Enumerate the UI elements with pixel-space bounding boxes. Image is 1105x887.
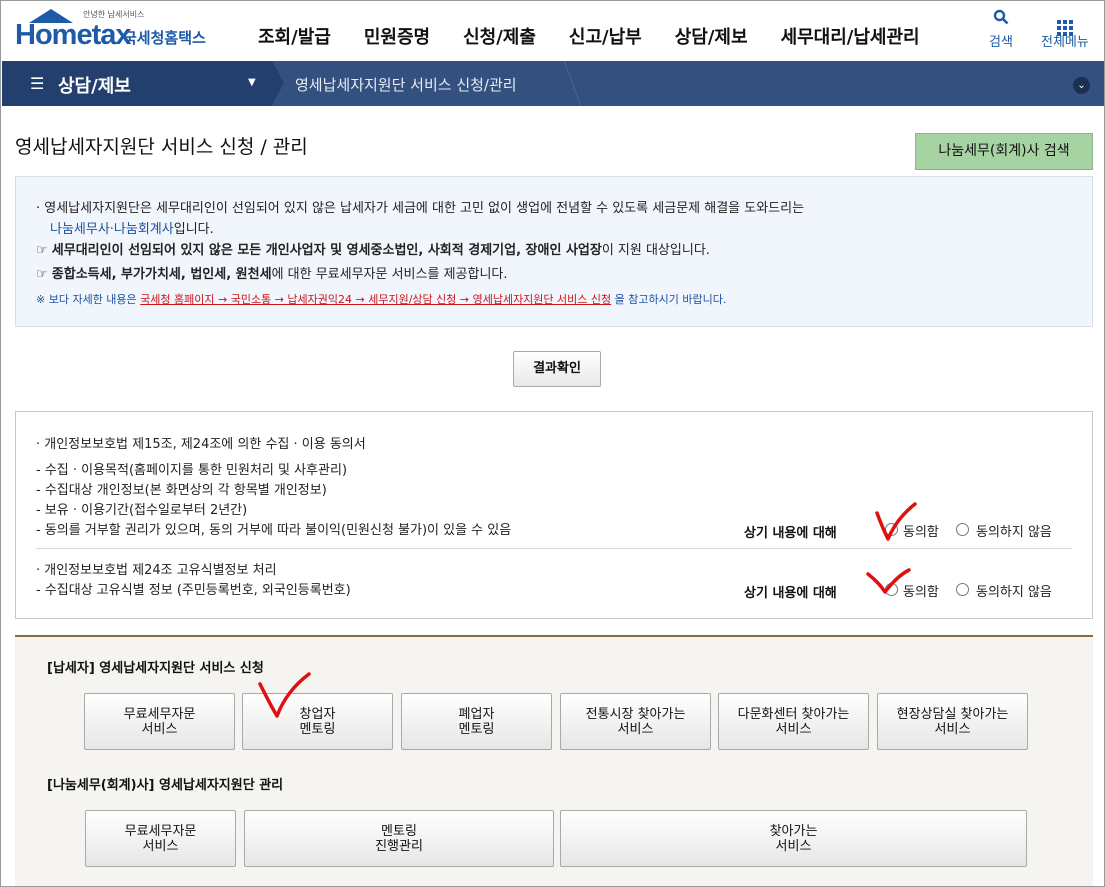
info-line-1: · 영세납세자지원단은 세무대리인이 선임되어 있지 않은 납세자가 세금에 대… bbox=[36, 201, 805, 216]
taxpayer-heading: [납세자] 영세납세자지원단 서비스 신청 bbox=[47, 661, 264, 676]
info-line-3-text: 에 대한 무료세무자문 서비스를 제공합니다. bbox=[271, 267, 508, 282]
consent-1-prompt: 상기 내용에 대해 bbox=[744, 526, 837, 541]
consent-1-agree-radio[interactable] bbox=[885, 523, 898, 536]
consent-1-disagree-label[interactable]: 동의하지 않음 bbox=[976, 521, 1052, 540]
info-line-3-bold: 종합소득세, 부가가치세, 법인세, 원천세 bbox=[51, 267, 272, 282]
consent-2-title-text: 개인정보보호법 제24조 고유식별정보 처리 bbox=[44, 563, 277, 578]
page-frame: 안녕한 납세서비스 Hometax 국세청홈택스 조회/발급 민원증명 신청/제… bbox=[0, 0, 1105, 887]
info-note-link[interactable]: 국세청 홈페이지 → 국민소통 → 납세자권익24 → 세무지원/상담 신청 →… bbox=[140, 293, 611, 306]
all-menu-label: 전체메뉴 bbox=[1041, 35, 1089, 50]
consent-1-disagree-radio[interactable] bbox=[956, 523, 969, 536]
search-icon bbox=[989, 9, 1013, 31]
services-section: [납세자] 영세납세자지원단 서비스 신청 무료세무자문 서비스 창업자 멘토링… bbox=[15, 635, 1093, 886]
button-label: 현장상담실 찾아가는 서비스 bbox=[896, 706, 1009, 737]
onsite-consult-visit-button[interactable]: 현장상담실 찾아가는 서비스 bbox=[877, 693, 1028, 750]
nav-item-consult[interactable]: 상담/제보 bbox=[675, 23, 748, 49]
button-label: 무료세무자문 서비스 bbox=[123, 706, 196, 737]
search-label: 검색 bbox=[989, 35, 1013, 50]
search-button[interactable]: 검색 bbox=[989, 9, 1013, 50]
grid-menu-icon bbox=[1041, 9, 1089, 36]
info-line-1b-text: 입니다. bbox=[173, 222, 214, 237]
breadcrumb-divider bbox=[563, 61, 582, 106]
result-check-button[interactable]: 결과확인 bbox=[513, 351, 601, 387]
button-label: 창업자 멘토링 bbox=[299, 706, 336, 737]
consent-2-prompt: 상기 내용에 대해 bbox=[744, 586, 837, 601]
section-label: 상담/제보 bbox=[58, 76, 131, 97]
manage-visit-service-button[interactable]: 찾아가는 서비스 bbox=[560, 810, 1027, 867]
button-label: 멘토링 진행관리 bbox=[375, 823, 423, 854]
traditional-market-visit-button[interactable]: 전통시장 찾아가는 서비스 bbox=[560, 693, 711, 750]
closure-mentoring-button[interactable]: 폐업자 멘토링 bbox=[401, 693, 552, 750]
button-label: 찾아가는 서비스 bbox=[769, 823, 818, 854]
info-box: · 영세납세자지원단은 세무대리인이 선임되어 있지 않은 납세자가 세금에 대… bbox=[15, 176, 1093, 327]
button-label: 무료세무자문 서비스 bbox=[124, 823, 197, 854]
consent-2-item: - 수집대상 고유식별 정보 (주민등록번호, 외국인등록번호) bbox=[36, 583, 351, 598]
info-note-prefix: ※ 보다 자세한 내용은 bbox=[36, 293, 137, 306]
button-label: 폐업자 멘토링 bbox=[458, 706, 495, 737]
nav-item-report-pay[interactable]: 신고/납부 bbox=[569, 23, 642, 49]
consent-1-agree-label[interactable]: 동의함 bbox=[903, 521, 939, 540]
pointing-hand-icon: ☞ bbox=[36, 243, 52, 258]
button-label: 다문화센터 찾아가는 서비스 bbox=[737, 706, 850, 737]
top-header: 안녕한 납세서비스 Hometax 국세청홈택스 조회/발급 민원증명 신청/제… bbox=[1, 1, 1104, 61]
breadcrumb-arrow bbox=[272, 61, 284, 105]
page-title: 영세납세자지원단 서비스 신청 / 관리 bbox=[15, 136, 308, 158]
consent-2-disagree-radio[interactable] bbox=[956, 583, 969, 596]
info-line-1b: 나눔세무사·나눔회계사입니다. bbox=[50, 218, 214, 237]
consent-1-item: - 수집대상 개인정보(본 화면상의 각 항목별 개인정보) bbox=[36, 483, 327, 498]
consent-1-title-text: 개인정보보호법 제15조, 제24조에 의한 수집 · 이용 동의서 bbox=[44, 437, 366, 452]
info-line-1-text: 영세납세자지원단은 세무대리인이 선임되어 있지 않은 납세자가 세금에 대한 … bbox=[44, 201, 805, 216]
global-nav: 조회/발급 민원증명 신청/제출 신고/납부 상담/제보 세무대리/납세관리 bbox=[258, 23, 953, 49]
info-line-2-text: 이 지원 대상입니다. bbox=[601, 243, 710, 258]
consent-1-item: - 수집 · 이용목적(홈페이지를 통한 민원처리 및 사후관리) bbox=[36, 463, 348, 478]
consent-2-disagree-label[interactable]: 동의하지 않음 bbox=[976, 581, 1052, 600]
logo-text: Hometax bbox=[15, 19, 131, 51]
caret-down-icon: ▼ bbox=[248, 77, 256, 88]
location-bar: ☰ 상담/제보 ▼ 영세납세자지원단 서비스 신청/관리 ⌄ bbox=[2, 61, 1104, 106]
logo-subtitle: 국세청홈택스 bbox=[123, 29, 206, 47]
info-line-2: ☞ 세무대리인이 선임되어 있지 않은 모든 개인사업자 및 영세중소법인, 사… bbox=[36, 239, 710, 258]
nav-item-apply[interactable]: 신청/제출 bbox=[463, 23, 536, 49]
nav-item-tax-agent[interactable]: 세무대리/납세관리 bbox=[781, 23, 920, 49]
info-note-suffix: 을 참고하시기 바랍니다. bbox=[614, 293, 727, 306]
button-label: 전통시장 찾아가는 서비스 bbox=[585, 706, 686, 737]
sharing-accountant-link[interactable]: 나눔세무사·나눔회계사 bbox=[50, 222, 174, 237]
section-selector[interactable]: ☰ 상담/제보 ▼ bbox=[2, 61, 272, 106]
accountant-heading: [나눔세무(회계)사] 영세납세자지원단 관리 bbox=[47, 778, 284, 793]
pointing-hand-icon: ☞ bbox=[36, 267, 52, 282]
consent-1-item: - 보유 · 이용기간(접수일로부터 2년간) bbox=[36, 503, 248, 518]
consent-divider bbox=[36, 548, 1072, 549]
free-tax-advice-button[interactable]: 무료세무자문 서비스 bbox=[84, 693, 235, 750]
info-note: ※ 보다 자세한 내용은 국세청 홈페이지 → 국민소통 → 납세자권익24 →… bbox=[36, 291, 726, 307]
breadcrumb-current[interactable]: 영세납세자지원단 서비스 신청/관리 bbox=[295, 74, 517, 95]
consent-2-agree-label[interactable]: 동의함 bbox=[903, 581, 939, 600]
all-menu-button[interactable]: 전체메뉴 bbox=[1041, 9, 1089, 50]
consent-box: · 개인정보보호법 제15조, 제24조에 의한 수집 · 이용 동의서 - 수… bbox=[15, 411, 1093, 619]
startup-mentoring-button[interactable]: 창업자 멘토링 bbox=[242, 693, 393, 750]
nav-item-certificates[interactable]: 민원증명 bbox=[364, 23, 430, 49]
chevron-down-icon[interactable]: ⌄ bbox=[1073, 77, 1090, 94]
manage-mentoring-button[interactable]: 멘토링 진행관리 bbox=[244, 810, 554, 867]
nav-item-inquiry[interactable]: 조회/발급 bbox=[258, 23, 331, 49]
manage-free-tax-advice-button[interactable]: 무료세무자문 서비스 bbox=[85, 810, 236, 867]
info-line-2-bold: 세무대리인이 선임되어 있지 않은 모든 개인사업자 및 영세중소법인, 사회적… bbox=[51, 243, 602, 258]
consent-1-title: · 개인정보보호법 제15조, 제24조에 의한 수집 · 이용 동의서 bbox=[36, 437, 366, 452]
consent-2-title: · 개인정보보호법 제24조 고유식별정보 처리 bbox=[36, 563, 277, 578]
hamburger-icon: ☰ bbox=[30, 74, 45, 93]
info-line-3: ☞ 종합소득세, 부가가치세, 법인세, 원천세에 대한 무료세무자문 서비스를… bbox=[36, 263, 508, 282]
multicultural-center-visit-button[interactable]: 다문화센터 찾아가는 서비스 bbox=[718, 693, 869, 750]
consent-1-item: - 동의를 거부할 권리가 있으며, 동의 거부에 따라 불이익(민원신청 불가… bbox=[36, 523, 512, 538]
hometax-logo[interactable]: 안녕한 납세서비스 Hometax 국세청홈택스 bbox=[13, 9, 223, 53]
sharing-accountant-search-button[interactable]: 나눔세무(회계)사 검색 bbox=[915, 133, 1093, 170]
consent-2-agree-radio[interactable] bbox=[885, 583, 898, 596]
